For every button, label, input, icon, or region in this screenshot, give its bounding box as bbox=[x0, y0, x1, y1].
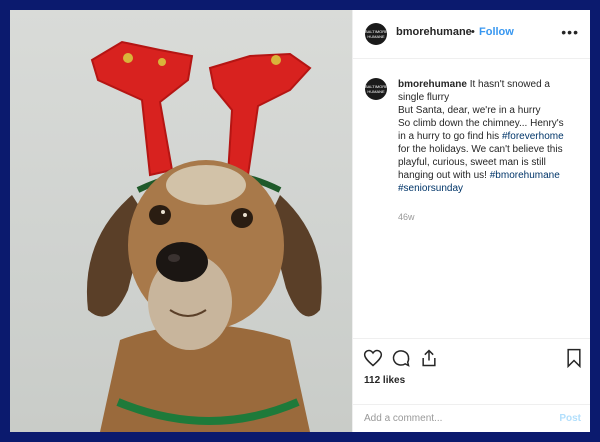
instagram-post-frame: BALTIMORE HUMANE bmorehumane • Follow ••… bbox=[10, 10, 590, 432]
comment-box: Add a comment... Post bbox=[353, 404, 590, 432]
caption-section: BALTIMORE HUMANE bmorehumane It hasn't s… bbox=[353, 68, 590, 338]
heart-icon[interactable] bbox=[363, 348, 383, 373]
post-photo[interactable] bbox=[10, 10, 352, 432]
caption-avatar[interactable]: BALTIMORE HUMANE bbox=[365, 78, 387, 100]
caption-line: It hasn't snowed a bbox=[469, 79, 550, 90]
hashtag-link[interactable]: #seniorsunday bbox=[398, 183, 463, 194]
caption-line: But Santa, dear, we're in a hurry bbox=[398, 105, 541, 116]
hashtag-link[interactable]: #bmorehumane bbox=[490, 170, 560, 181]
avatar[interactable]: BALTIMORE HUMANE bbox=[365, 23, 387, 45]
hashtag-link[interactable]: #foreverhome bbox=[502, 131, 564, 142]
caption-username-link[interactable]: bmorehumane bbox=[398, 79, 467, 90]
bookmark-icon[interactable] bbox=[565, 348, 583, 373]
caption-text: bmorehumane It hasn't snowed a single fl… bbox=[398, 78, 583, 195]
more-options-icon[interactable]: ••• bbox=[561, 24, 579, 40]
caption-line: for the holidays. We can't believe this bbox=[398, 144, 563, 155]
post-header: BALTIMORE HUMANE bmorehumane • Follow ••… bbox=[353, 10, 590, 59]
username-link[interactable]: bmorehumane bbox=[396, 26, 472, 38]
actions-bar: 112 likes bbox=[353, 338, 590, 405]
share-icon[interactable] bbox=[419, 348, 439, 373]
dog-with-antlers-image bbox=[86, 40, 322, 432]
caption-line: playful, curious, sweet man is still bbox=[398, 157, 546, 168]
separator-dot: • bbox=[471, 26, 475, 38]
post-side-panel: BALTIMORE HUMANE bmorehumane • Follow ••… bbox=[352, 10, 590, 432]
comment-icon[interactable] bbox=[391, 348, 411, 373]
likes-count[interactable]: 112 likes bbox=[364, 375, 405, 386]
comment-input[interactable]: Add a comment... bbox=[364, 413, 442, 424]
caption-line: hanging out with us! bbox=[398, 170, 487, 181]
post-comment-button[interactable]: Post bbox=[559, 413, 581, 424]
follow-button[interactable]: Follow bbox=[479, 26, 514, 38]
caption-line: So climb down the chimney... Henry's bbox=[398, 118, 564, 129]
caption-avatar-logo-text: BALTIMORE HUMANE bbox=[365, 84, 387, 94]
post-age[interactable]: 46w bbox=[398, 212, 415, 222]
caption-line: single flurry bbox=[398, 92, 450, 103]
caption-line: in a hurry to go find his bbox=[398, 131, 500, 142]
avatar-logo-text: BALTIMORE HUMANE bbox=[365, 29, 387, 39]
